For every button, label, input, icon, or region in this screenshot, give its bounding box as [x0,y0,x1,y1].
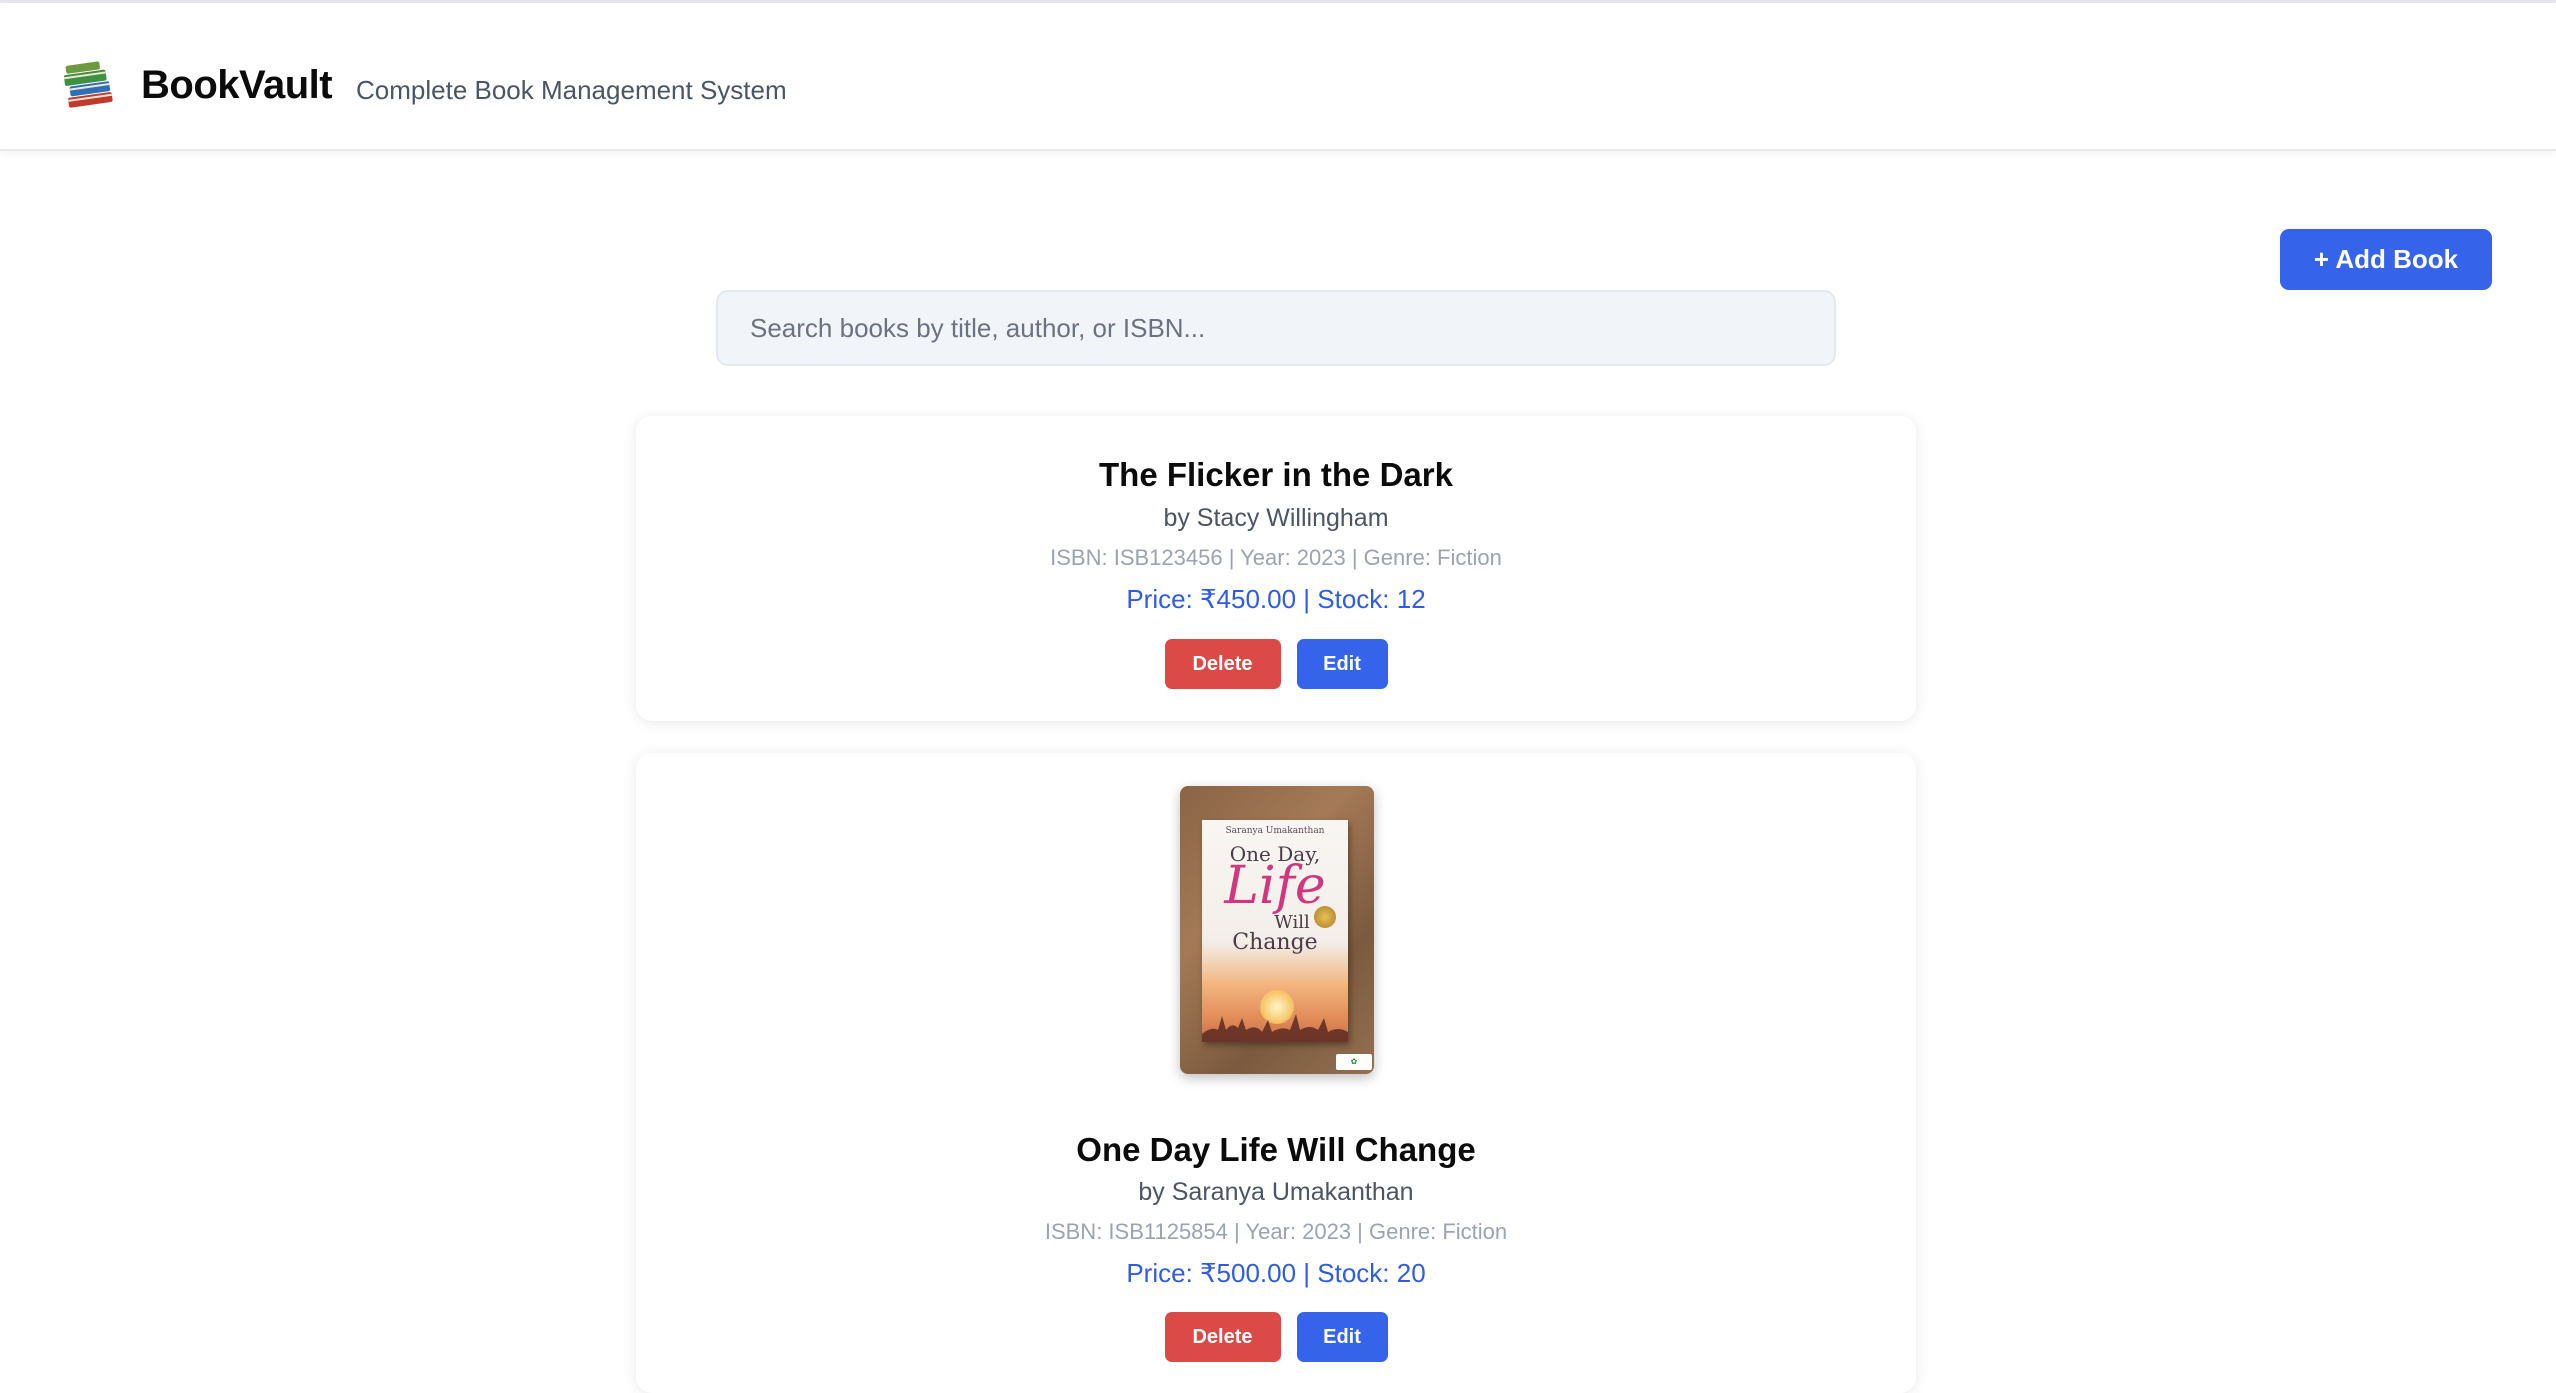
cover-title-line: Change [1232,930,1318,955]
book-title: The Flicker in the Dark [1099,456,1453,493]
people-silhouette-icon [1202,1014,1348,1042]
book-card: The Flicker in the Dark by Stacy Willing… [636,416,1916,721]
edit-button[interactable]: Edit [1296,639,1388,689]
app-title: BookVault [141,63,333,107]
cover-title-line: Life [1224,856,1326,916]
publisher-badge-icon: ✿ [1336,1054,1372,1070]
book-meta: ISBN: ISB123456 | Year: 2023 | Genre: Fi… [1050,545,1502,570]
book-card: Saranya Umakanthan One Day, Life Will Ch… [636,753,1916,1393]
book-price-stock: Price: ₹450.00 | Stock: 12 [1126,584,1426,614]
add-book-button[interactable]: + Add Book [2280,229,2492,290]
delete-button[interactable]: Delete [1164,1312,1281,1362]
app-header: BookVault Complete Book Management Syste… [0,3,2556,151]
book-cover-image: Saranya Umakanthan One Day, Life Will Ch… [1180,786,1374,1074]
delete-button[interactable]: Delete [1164,639,1281,689]
book-meta: ISBN: ISB1125854 | Year: 2023 | Genre: F… [1044,1219,1508,1244]
book-actions: Delete Edit [636,639,1916,689]
cover-author: Saranya Umakanthan [1225,826,1325,836]
app-tagline: Complete Book Management System [356,75,787,105]
book-author: by Stacy Willingham [1163,504,1389,532]
book-actions: Delete Edit [636,1312,1916,1362]
book-title: One Day Life Will Change [1076,1131,1476,1168]
books-icon [60,55,116,111]
book-price-stock: Price: ₹500.00 | Stock: 20 [1126,1258,1426,1288]
book-author: by Saranya Umakanthan [1138,1178,1414,1206]
search-input[interactable] [716,290,1836,366]
edit-button[interactable]: Edit [1296,1312,1388,1362]
cover-art: Saranya Umakanthan One Day, Life Will Ch… [1202,820,1348,1042]
